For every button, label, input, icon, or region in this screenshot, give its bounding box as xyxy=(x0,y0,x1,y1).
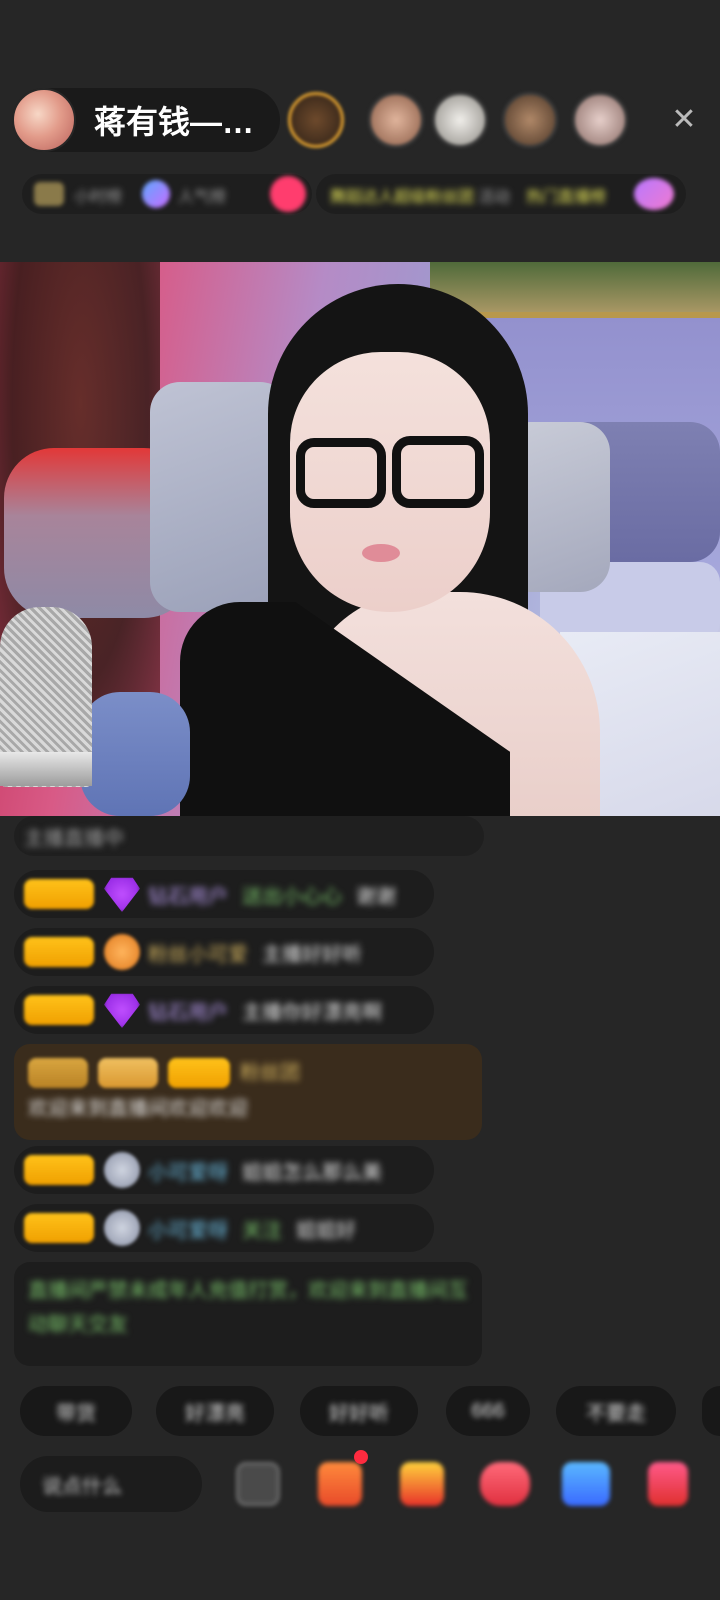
level-badge xyxy=(24,937,94,967)
chat-text: 姐姐好 xyxy=(296,1219,356,1242)
chat-message-highlight[interactable]: 粉丝团 欢迎来到直播间欢迎欢迎 xyxy=(14,1044,482,1140)
quick-reply-5[interactable]: 不要走 xyxy=(556,1386,676,1436)
gift-icon[interactable] xyxy=(634,178,674,210)
user-avatar-icon xyxy=(104,1210,140,1246)
chat-message[interactable]: 粉丝小可爱 主播好好听 xyxy=(14,928,434,976)
chat-text: 主播好好听 xyxy=(262,943,362,966)
interact-icon[interactable] xyxy=(480,1462,530,1506)
quick-reply-label: 666 xyxy=(471,1399,505,1422)
emoji-icon[interactable] xyxy=(236,1462,280,1506)
notification-dot xyxy=(354,1450,368,1464)
vip-badge xyxy=(168,1058,230,1088)
quick-reply-label: 好漂亮 xyxy=(185,1402,245,1425)
fan-badge xyxy=(98,1058,158,1088)
quick-reply-4[interactable]: 666 xyxy=(446,1386,530,1436)
viewer-avatar-4[interactable] xyxy=(502,92,558,148)
chat-line-top-text: 主播直播中 xyxy=(24,827,124,850)
hot-icon xyxy=(142,180,170,208)
chat-text: 谢谢 xyxy=(356,885,396,908)
level-badge xyxy=(28,1058,88,1088)
chat-line-top: 主播直播中 xyxy=(14,816,484,856)
comment-input[interactable]: 说点什么 xyxy=(20,1456,202,1512)
activity-tag-3[interactable]: 活动 xyxy=(478,183,510,207)
chat-message[interactable]: 钻石用户 主播你好漂亮啊 xyxy=(14,986,434,1034)
viewer-avatar-5[interactable] xyxy=(572,92,628,148)
hot-badge-icon xyxy=(270,176,306,212)
chat-text: 姐姐怎么那么美 xyxy=(242,1161,382,1184)
chat-extra: 送出小心心 xyxy=(242,885,342,908)
chat-message[interactable]: 小可爱呀 姐姐怎么那么美 xyxy=(14,1146,434,1194)
live-video[interactable] xyxy=(0,262,720,816)
hot-label: 人气榜 xyxy=(178,189,227,206)
chat-extra: 关注 xyxy=(242,1219,282,1242)
level-badge xyxy=(24,1213,94,1243)
chat-message[interactable]: 小可爱呀 关注 姐姐好 xyxy=(14,1204,434,1252)
activity-tags[interactable]: 舞蹈达人 超级粉丝团 活动 热门直播榜 xyxy=(316,174,686,214)
viewer-avatar-1[interactable] xyxy=(288,92,344,148)
activity-tag-2[interactable]: 超级粉丝团 xyxy=(394,183,474,207)
host-avatar[interactable] xyxy=(12,88,76,152)
chat-text: 主播你好漂亮啊 xyxy=(242,1001,382,1024)
system-notice: 直播间严禁未成年人充值打赏，欢迎来到直播间互动聊天交友 xyxy=(14,1262,482,1366)
system-notice-text: 直播间严禁未成年人充值打赏，欢迎来到直播间互动聊天交友 xyxy=(28,1280,468,1336)
quick-reply-1[interactable]: 带货 xyxy=(20,1386,132,1436)
host-name: 蒋有钱—… xyxy=(94,104,255,140)
jeans xyxy=(80,692,190,816)
share-icon[interactable] xyxy=(562,1462,610,1506)
viewer-avatar-3[interactable] xyxy=(432,92,488,148)
quick-reply-2[interactable]: 好漂亮 xyxy=(156,1386,274,1436)
comment-input-placeholder: 说点什么 xyxy=(42,1475,122,1498)
user-avatar-icon xyxy=(104,1152,140,1188)
chat-user[interactable]: 小可爱呀 xyxy=(148,1214,228,1243)
quick-reply-more[interactable] xyxy=(702,1386,720,1436)
gift-box-icon[interactable] xyxy=(400,1462,444,1506)
level-badge xyxy=(24,995,94,1025)
chat-user[interactable]: 钻石用户 xyxy=(148,880,228,909)
rank-tags[interactable]: 小时榜 人气榜 xyxy=(22,174,312,214)
glasses-right xyxy=(392,436,484,508)
level-badge xyxy=(24,879,94,909)
quick-reply-label: 带货 xyxy=(56,1402,96,1425)
fan-icon xyxy=(104,934,140,970)
chat-user[interactable]: 粉丝小可爱 xyxy=(148,938,248,967)
microphone-base xyxy=(0,752,92,786)
quick-reply-label: 不要走 xyxy=(586,1402,646,1425)
activity-tag-4[interactable]: 热门直播榜 xyxy=(526,183,606,207)
glasses-left xyxy=(296,438,386,508)
viewer-avatar-2[interactable] xyxy=(368,92,424,148)
quick-reply-label: 好好听 xyxy=(329,1402,389,1425)
chat-user[interactable]: 小可爱呀 xyxy=(148,1156,228,1185)
chat-text: 欢迎来到直播间欢迎欢迎 xyxy=(28,1098,248,1120)
rank-icon xyxy=(34,182,64,206)
chat-user[interactable]: 粉丝团 xyxy=(240,1056,300,1090)
activity-tag-1[interactable]: 舞蹈达人 xyxy=(330,183,394,207)
diamond-icon xyxy=(104,993,140,1028)
streamer-lips xyxy=(362,544,400,562)
level-badge xyxy=(24,1155,94,1185)
close-icon[interactable]: ✕ xyxy=(666,102,702,138)
chat-user[interactable]: 钻石用户 xyxy=(148,996,228,1025)
more-icon[interactable] xyxy=(648,1462,688,1506)
quick-reply-3[interactable]: 好好听 xyxy=(300,1386,418,1436)
rank-label: 小时榜 xyxy=(74,189,123,206)
diamond-icon xyxy=(104,877,140,912)
host-info[interactable]: 蒋有钱—… xyxy=(12,88,280,152)
chat-message[interactable]: 钻石用户 送出小心心 谢谢 xyxy=(14,870,434,918)
shop-icon[interactable] xyxy=(318,1462,362,1506)
